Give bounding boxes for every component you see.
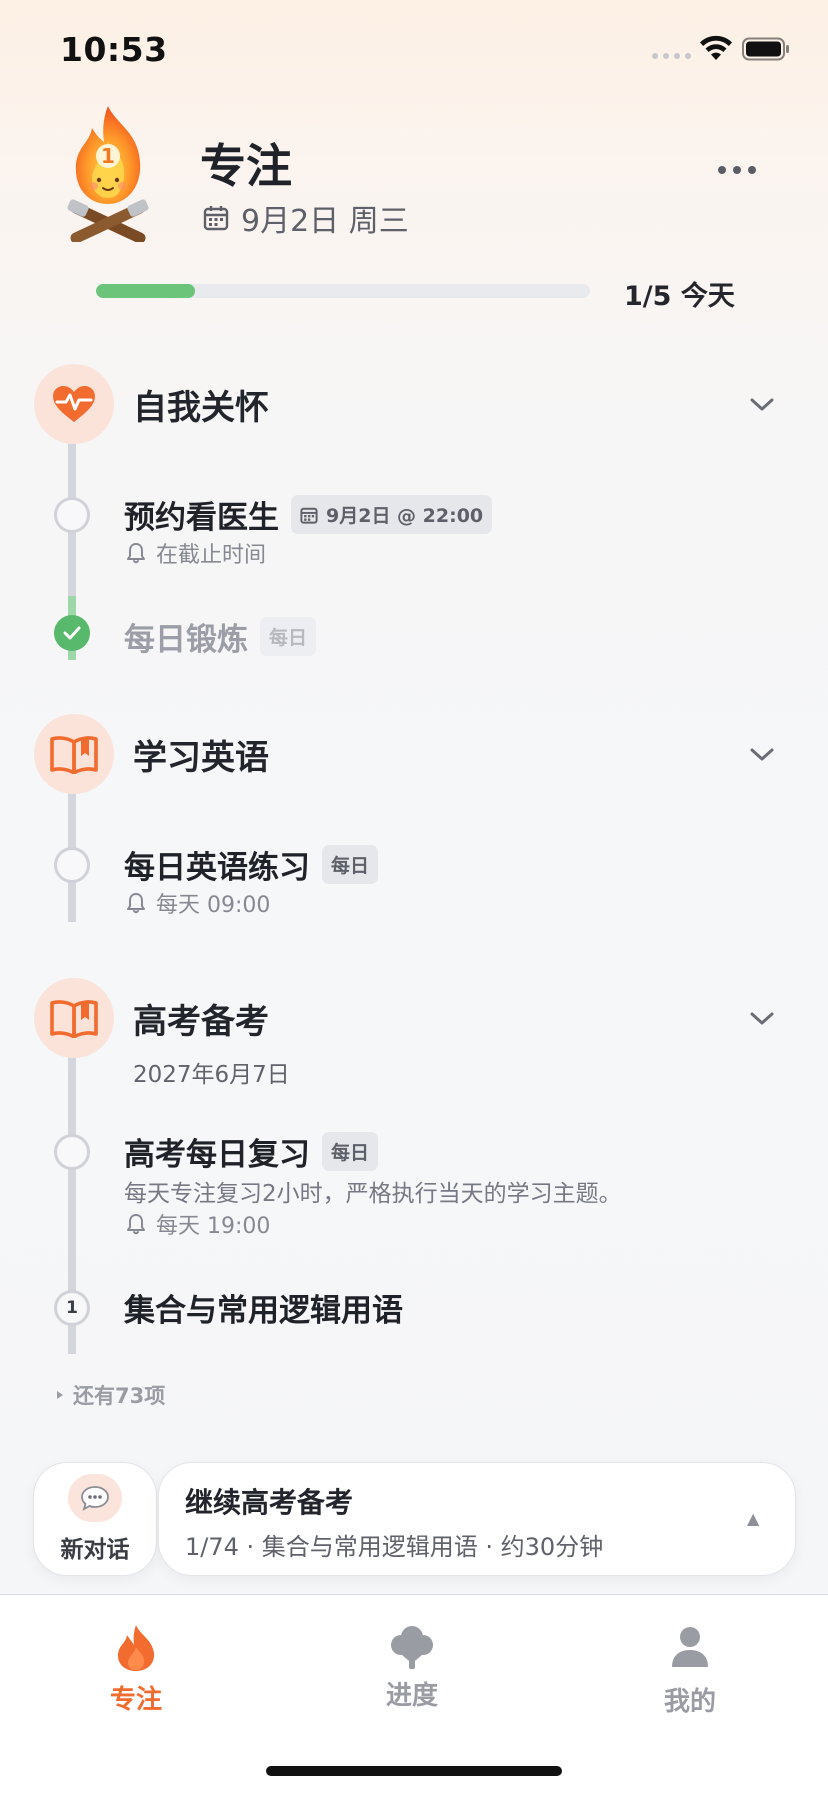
task-item[interactable]: 每日英语练习 每日 <box>124 842 379 887</box>
task-note: 每天专注复习2小时，严格执行当天的学习主题。 <box>124 1181 622 1207</box>
bell-icon <box>127 1214 145 1235</box>
bell-icon <box>127 893 145 914</box>
tree-icon <box>391 1626 433 1669</box>
tab-focus[interactable]: 专注 <box>46 1595 226 1735</box>
repeat-chip: 每日 <box>322 845 379 884</box>
tab-profile[interactable]: 我的 <box>600 1595 780 1735</box>
task-reminder-text: 每天 09:00 <box>156 893 271 918</box>
tab-label: 专注 <box>109 1685 162 1715</box>
task-reminder-text: 每天 19:00 <box>156 1214 271 1239</box>
checkmark-icon <box>63 626 81 640</box>
task-step-number[interactable]: 1 <box>54 1290 90 1326</box>
collapse-english-chevron-down-icon[interactable] <box>748 746 776 764</box>
calendar-icon <box>203 206 229 231</box>
caret-right-icon <box>57 1391 63 1399</box>
status-time: 10:53 <box>60 30 168 69</box>
repeat-chip: 每日 <box>322 1132 379 1171</box>
task-title: 预约看医生 <box>124 500 279 536</box>
home-indicator <box>266 1766 562 1776</box>
calendar-icon <box>300 507 318 524</box>
tab-label: 进度 <box>385 1681 438 1711</box>
due-date-chip: 9月2日 @ 22:00 <box>291 495 493 534</box>
cellular-signal-icon <box>652 53 691 59</box>
group-title-gaokao[interactable]: 高考备考 <box>133 994 269 1043</box>
task-checkbox[interactable] <box>54 497 90 533</box>
wifi-icon <box>700 35 732 60</box>
group-icon-english <box>34 714 114 794</box>
collapse-gaokao-chevron-down-icon[interactable] <box>748 1010 776 1028</box>
task-title: 高考每日复习 <box>124 1137 310 1173</box>
show-more-items[interactable]: 还有73项 <box>55 1380 165 1410</box>
group-target-date: 2027年6月7日 <box>133 1062 290 1088</box>
new-chat-label: 新对话 <box>60 1537 130 1563</box>
chat-bubble-icon <box>68 1474 122 1522</box>
daily-progress-fill <box>96 284 195 298</box>
bell-icon <box>127 543 145 564</box>
group-title-self-care[interactable]: 自我关怀 <box>133 380 269 429</box>
group-icon-self-care <box>34 364 114 444</box>
new-chat-button[interactable]: 新对话 <box>33 1462 157 1576</box>
tab-progress[interactable]: 进度 <box>322 1595 502 1735</box>
task-reminder-text: 在截止时间 <box>156 543 267 568</box>
page-title: 专注 <box>200 139 292 193</box>
more-options-button[interactable] <box>718 166 756 174</box>
group-icon-gaokao <box>34 978 114 1058</box>
show-more-items-text: 还有73项 <box>73 1384 166 1408</box>
battery-icon <box>742 37 789 61</box>
task-item[interactable]: 每日锻炼 每日 <box>124 614 317 659</box>
tab-label: 我的 <box>663 1687 716 1717</box>
continue-subtitle: 1/74 · 集合与常用逻辑用语 · 约30分钟 <box>185 1533 604 1561</box>
group-title-english[interactable]: 学习英语 <box>133 730 269 779</box>
continue-title: 继续高考备考 <box>185 1486 354 1519</box>
task-title: 每日锻炼 <box>124 622 248 658</box>
task-reminder: 在截止时间 <box>126 537 266 569</box>
task-reminder: 每天 09:00 <box>126 887 270 919</box>
continue-session-card[interactable]: 继续高考备考 1/74 · 集合与常用逻辑用语 · 约30分钟 ▲ <box>158 1462 796 1576</box>
flame-icon <box>117 1625 155 1671</box>
repeat-chip: 每日 <box>260 617 317 656</box>
task-item[interactable]: 高考每日复习 每日 <box>124 1129 379 1174</box>
header-date: 9月2日 周三 <box>203 196 409 240</box>
daily-progress-bar <box>96 284 590 298</box>
book-icon <box>50 736 98 774</box>
task-checkbox[interactable] <box>54 847 90 883</box>
task-reminder: 每天 19:00 <box>126 1208 270 1240</box>
book-icon <box>50 1000 98 1038</box>
mascot-level-badge: 1 <box>96 144 120 168</box>
header-date-text: 9月2日 周三 <box>241 204 409 239</box>
task-title: 集合与常用逻辑用语 <box>124 1293 403 1329</box>
expand-caret-up-icon[interactable]: ▲ <box>747 1509 759 1528</box>
tab-bar: 专注 进度 我的 <box>0 1594 828 1793</box>
campfire-mascot-icon <box>67 106 149 242</box>
collapse-self-care-chevron-down-icon[interactable] <box>748 396 776 414</box>
task-checkbox[interactable] <box>54 1134 90 1170</box>
task-title: 每日英语练习 <box>124 850 310 886</box>
task-checkbox-checked[interactable] <box>54 615 90 651</box>
task-item[interactable]: 预约看医生 9月2日 @ 22:00 <box>124 492 493 537</box>
person-icon <box>672 1627 708 1667</box>
daily-progress-text: 1/5 今天 <box>624 281 735 312</box>
task-item[interactable]: 集合与常用逻辑用语 <box>124 1285 403 1330</box>
heart-pulse-icon <box>53 386 95 422</box>
due-date-chip-text: 9月2日 @ 22:00 <box>326 505 484 527</box>
